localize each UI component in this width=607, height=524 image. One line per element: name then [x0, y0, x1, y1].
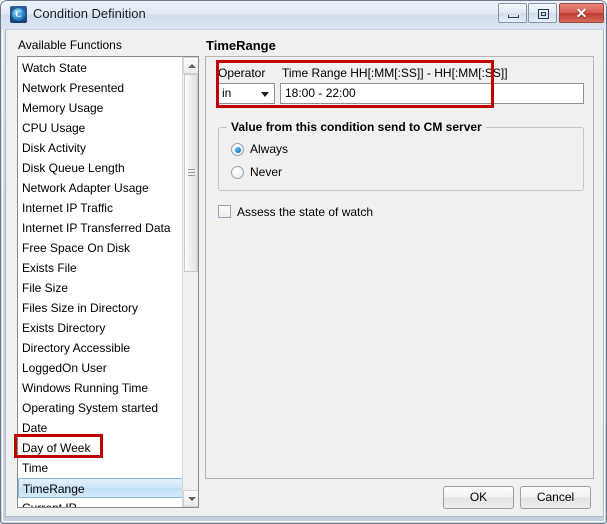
list-item[interactable]: Directory Accessible [18, 338, 183, 358]
list-item-selected[interactable]: TimeRange [18, 478, 183, 498]
window-title: Condition Definition [33, 6, 146, 21]
list-item[interactable]: Date [18, 418, 183, 438]
list-item[interactable]: Free Space On Disk [18, 238, 183, 258]
list-item[interactable]: Network Presented [18, 78, 183, 98]
operator-value: in [222, 86, 232, 100]
list-item[interactable]: Network Adapter Usage [18, 178, 183, 198]
list-item[interactable]: Memory Usage [18, 98, 183, 118]
list-items-container: Watch State Network Presented Memory Usage… [18, 58, 183, 507]
maximize-button[interactable] [528, 3, 557, 23]
list-item[interactable]: Windows Running Time [18, 378, 183, 398]
list-item[interactable]: Current IP [18, 498, 183, 507]
available-functions-label: Available Functions [18, 38, 122, 52]
list-item[interactable]: Exists File [18, 258, 183, 278]
radio-always-label: Always [250, 142, 289, 156]
ok-button[interactable]: OK [443, 486, 514, 509]
title-bar[interactable]: C Condition Definition ✕ [1, 1, 606, 29]
list-item[interactable]: Files Size in Directory [18, 298, 183, 318]
chevron-down-icon [261, 92, 269, 97]
list-item[interactable]: Watch State [18, 58, 183, 78]
condition-definition-window: C Condition Definition ✕ Available Funct… [0, 0, 607, 524]
list-item[interactable]: File Size [18, 278, 183, 298]
window-controls: ✕ [497, 3, 604, 23]
radio-always-icon [231, 143, 244, 156]
scrollbar-thumb[interactable] [184, 74, 198, 272]
operator-label: Operator [218, 66, 266, 80]
scroll-up-button[interactable] [183, 57, 198, 74]
scroll-down-icon [188, 497, 196, 501]
dialog-body: Available Functions Watch State Network P… [5, 29, 604, 517]
radio-never-icon [231, 166, 244, 179]
assess-state-checkbox-icon [218, 205, 231, 218]
condition-details-panel: Operator in Time Range HH[:MM[:SS]] - HH… [205, 56, 594, 479]
list-item[interactable]: Day of Week [18, 438, 183, 458]
scroll-up-icon [188, 64, 196, 68]
list-item[interactable]: CPU Usage [18, 118, 183, 138]
list-item[interactable]: Operating System started [18, 398, 183, 418]
cancel-button[interactable]: Cancel [520, 486, 591, 509]
condition-app-icon: C [10, 6, 27, 23]
pane-title: TimeRange [206, 38, 276, 53]
send-to-cm-server-title: Value from this condition send to CM ser… [227, 120, 486, 134]
close-icon: ✕ [575, 5, 588, 21]
maximize-icon [538, 9, 549, 19]
minimize-button[interactable] [498, 3, 527, 23]
time-range-label: Time Range HH[:MM[:SS]] - HH[:MM[:SS]] [282, 66, 508, 80]
scroll-down-button[interactable] [183, 490, 198, 507]
list-scrollbar[interactable] [182, 57, 198, 507]
minimize-icon [508, 15, 519, 18]
close-button[interactable]: ✕ [559, 3, 604, 23]
scrollbar-grip-icon [188, 169, 195, 177]
assess-state-checkbox-label: Assess the state of watch [237, 205, 374, 219]
send-to-cm-server-group: Value from this condition send to CM ser… [218, 120, 584, 191]
list-item[interactable]: Internet IP Traffic [18, 198, 183, 218]
list-item[interactable]: Disk Queue Length [18, 158, 183, 178]
list-item[interactable]: LoggedOn User [18, 358, 183, 378]
time-range-input[interactable]: 18:00 - 22:00 [280, 83, 584, 104]
radio-never-label: Never [250, 165, 283, 179]
list-item[interactable]: Time [18, 458, 183, 478]
available-functions-listbox[interactable]: Watch State Network Presented Memory Usage… [17, 56, 199, 508]
app-icon-letter: C [12, 8, 25, 21]
list-item[interactable]: Disk Activity [18, 138, 183, 158]
operator-select[interactable]: in [217, 83, 275, 104]
list-item[interactable]: Exists Directory [18, 318, 183, 338]
list-item[interactable]: Internet IP Transferred Data [18, 218, 183, 238]
